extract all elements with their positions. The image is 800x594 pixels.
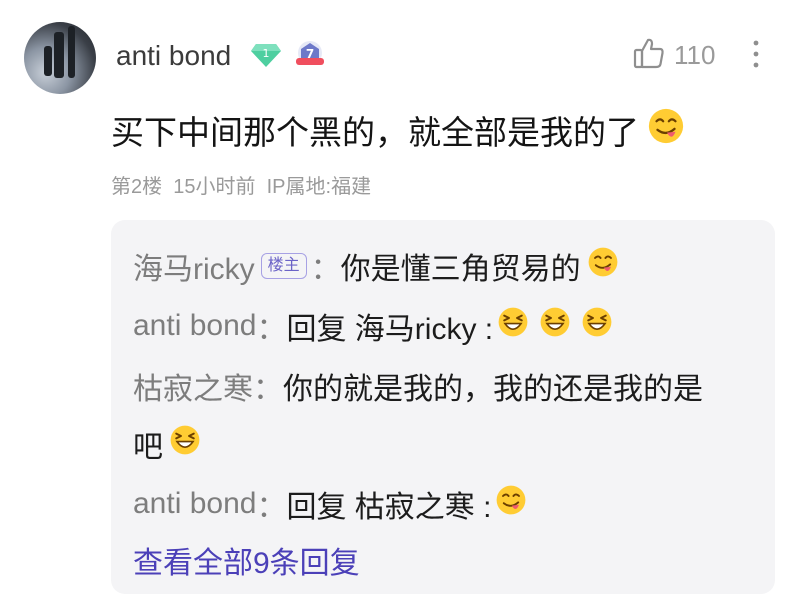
reply-text: 回复 枯寂之寒 : bbox=[286, 491, 492, 524]
reply-box: 海马ricky 楼主 ： 你是懂三角贸易的 anti bond ： 回复 海马r… bbox=[111, 220, 775, 594]
yum-emoji bbox=[587, 246, 619, 286]
rank-badge-text: 7 bbox=[306, 47, 314, 61]
yum-emoji bbox=[495, 484, 527, 524]
reply-item[interactable]: anti bond ： 回复 枯寂之寒 : bbox=[133, 482, 527, 526]
username[interactable]: anti bond bbox=[116, 40, 231, 72]
owner-tag: 楼主 bbox=[260, 253, 307, 279]
ip-location: IP属地:福建 bbox=[266, 176, 372, 198]
yum-emoji bbox=[647, 107, 685, 153]
level-diamond-icon: 1 bbox=[250, 41, 282, 74]
reply-separator: ： bbox=[256, 491, 287, 524]
avatar[interactable] bbox=[24, 22, 96, 94]
reply-separator: ： bbox=[253, 373, 283, 406]
like-button[interactable]: 110 bbox=[632, 36, 715, 75]
floor-label: 第2楼 bbox=[111, 176, 163, 198]
reply-text: 吧 bbox=[133, 431, 163, 464]
rank-seven-icon: 7 bbox=[292, 38, 328, 77]
post-content: 买下中间那个黑的，就全部是我的了 bbox=[111, 106, 685, 154]
thumbs-up-icon bbox=[632, 36, 666, 75]
reply-separator: ： bbox=[256, 313, 287, 346]
post-content-text: 买下中间那个黑的，就全部是我的了 bbox=[111, 114, 639, 151]
reply-item[interactable]: 枯寂之寒 ： 你的就是我的，我的还是我的是 bbox=[133, 364, 703, 408]
reply-item[interactable]: 海马ricky 楼主 ： 你是懂三角贸易的 bbox=[133, 244, 619, 288]
grin-squint-emoji bbox=[539, 306, 571, 346]
reply-item-continuation[interactable]: 吧 bbox=[133, 422, 201, 466]
reply-author[interactable]: 枯寂之寒 bbox=[133, 364, 253, 408]
reply-separator: ： bbox=[310, 253, 341, 286]
reply-text: 你是懂三角贸易的 bbox=[340, 253, 581, 286]
reply-author[interactable]: anti bond bbox=[133, 487, 256, 521]
like-count: 110 bbox=[674, 40, 716, 70]
reply-author[interactable]: anti bond bbox=[133, 309, 256, 343]
post-time: 15小时前 bbox=[173, 176, 256, 198]
grin-squint-emoji bbox=[581, 306, 613, 346]
reply-author[interactable]: 海马ricky bbox=[133, 244, 255, 288]
level-badge-text: 1 bbox=[263, 47, 270, 60]
view-all-replies-link[interactable]: 查看全部9条回复 bbox=[133, 538, 360, 582]
more-vertical-icon[interactable] bbox=[747, 38, 765, 77]
reply-text: 回复 海马ricky : bbox=[286, 313, 494, 346]
grin-squint-emoji bbox=[497, 306, 529, 346]
post-meta: 第2楼 15小时前 IP属地:福建 bbox=[111, 170, 371, 199]
reply-item[interactable]: anti bond ： 回复 海马ricky : bbox=[133, 304, 613, 348]
reply-text: 你的就是我的，我的还是我的是 bbox=[283, 373, 703, 406]
grin-squint-emoji bbox=[169, 424, 201, 464]
